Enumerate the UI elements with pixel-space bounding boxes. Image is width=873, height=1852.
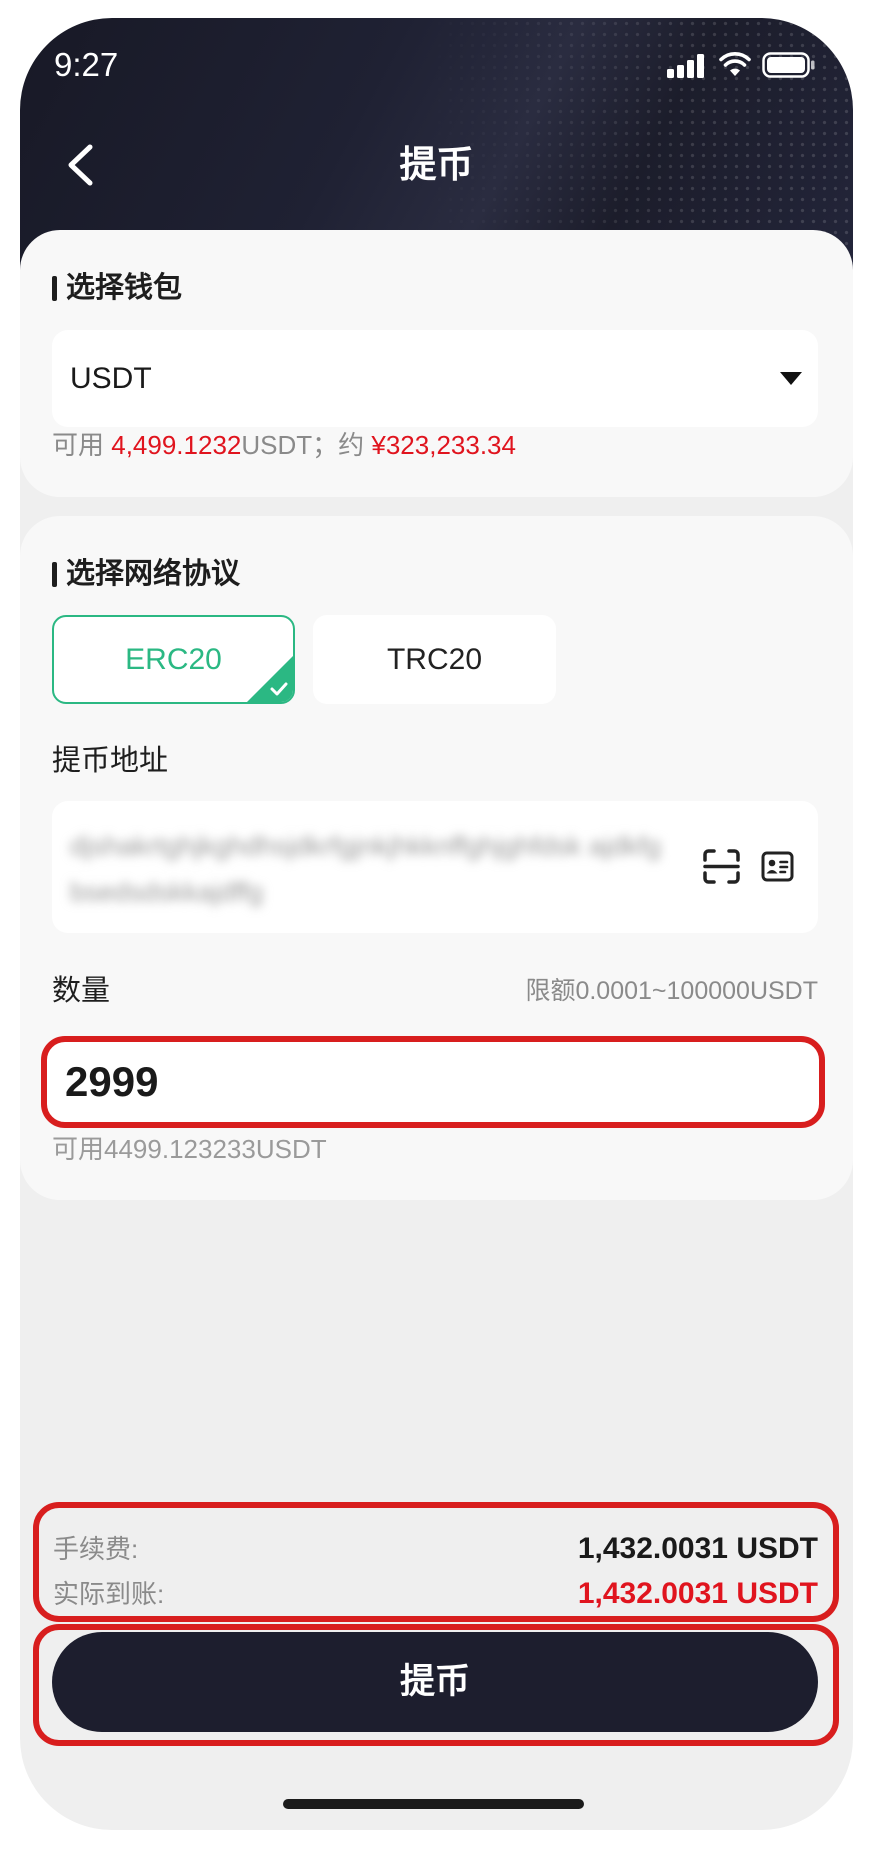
wallet-card: 选择钱包 USDT 可用 4,499.1232USDT；约 ¥323,233.3… xyxy=(20,230,853,497)
caret-down-icon xyxy=(780,372,802,385)
section-marker xyxy=(52,562,57,587)
available-prefix: 可用 xyxy=(52,430,112,460)
withdraw-submit-button[interactable]: 提币 xyxy=(52,1632,818,1732)
network-section-label: 选择网络协议 xyxy=(66,558,241,590)
status-time: 9:27 xyxy=(54,46,119,83)
amount-field-highlight xyxy=(41,1036,825,1128)
amount-input[interactable] xyxy=(65,1042,765,1122)
signal-icon xyxy=(667,54,704,78)
wifi-icon xyxy=(719,52,751,76)
wallet-available-balance: 可用 4,499.1232USDT；约 ¥323,233.34 xyxy=(52,429,516,461)
address-value-blurred: djshakrtghjkghdhsjdkrfgjnkjhkknffghjghfd… xyxy=(70,831,661,907)
summary-highlight-box: 手续费: 1,432.0031 USDT 实际到账: 1,432.0031 US… xyxy=(33,1502,839,1622)
network-option-label: ERC20 xyxy=(125,643,222,676)
available-unit: USDT；约 xyxy=(241,430,372,460)
withdraw-form-card: 选择网络协议 ERC20 TRC20 提币地址 djshakrtghjkghdh… xyxy=(20,516,853,1200)
amount-limit: 限额0.0001~100000USDT xyxy=(525,977,818,1005)
fee-value: 1,432.0031 USDT xyxy=(577,1532,818,1565)
address-field[interactable]: djshakrtghjkghdhsjdkrfgjnkjhkknffghjghfd… xyxy=(52,801,818,933)
available-fiat: ¥323,233.34 xyxy=(371,430,516,460)
network-section-title: 选择网络协议 xyxy=(52,557,240,591)
received-row: 实际到账: 1,432.0031 USDT xyxy=(53,1576,818,1612)
wallet-select-value: USDT xyxy=(70,362,152,395)
network-option-trc20[interactable]: TRC20 xyxy=(313,615,556,704)
scan-icon[interactable] xyxy=(703,849,740,884)
wallet-select[interactable]: USDT xyxy=(52,330,818,427)
section-marker xyxy=(52,276,57,301)
amount-available-balance: 可用4499.123233USDT xyxy=(52,1134,327,1164)
network-option-erc20[interactable]: ERC20 xyxy=(52,615,295,704)
check-icon xyxy=(270,682,288,696)
page-title: 提币 xyxy=(399,144,474,185)
home-indicator xyxy=(283,1799,584,1809)
received-value: 1,432.0031 USDT xyxy=(577,1577,818,1610)
amount-label: 数量 xyxy=(52,975,111,1007)
phone-screen: 9:27 提币 选择钱包 USDT 可用 4,499.1232USDT；约 ¥3… xyxy=(20,18,853,1830)
battery-icon xyxy=(762,52,815,78)
fee-row: 手续费: 1,432.0031 USDT xyxy=(53,1531,818,1567)
available-amount: 4,499.1232 xyxy=(111,430,242,460)
selected-corner xyxy=(247,656,293,702)
received-label: 实际到账: xyxy=(53,1579,165,1609)
wallet-section-label: 选择钱包 xyxy=(66,272,183,304)
network-option-label: TRC20 xyxy=(386,643,483,676)
address-book-icon[interactable] xyxy=(761,851,794,882)
address-label: 提币地址 xyxy=(52,745,169,777)
fee-label: 手续费: xyxy=(53,1534,139,1564)
wallet-section-title: 选择钱包 xyxy=(52,271,182,305)
